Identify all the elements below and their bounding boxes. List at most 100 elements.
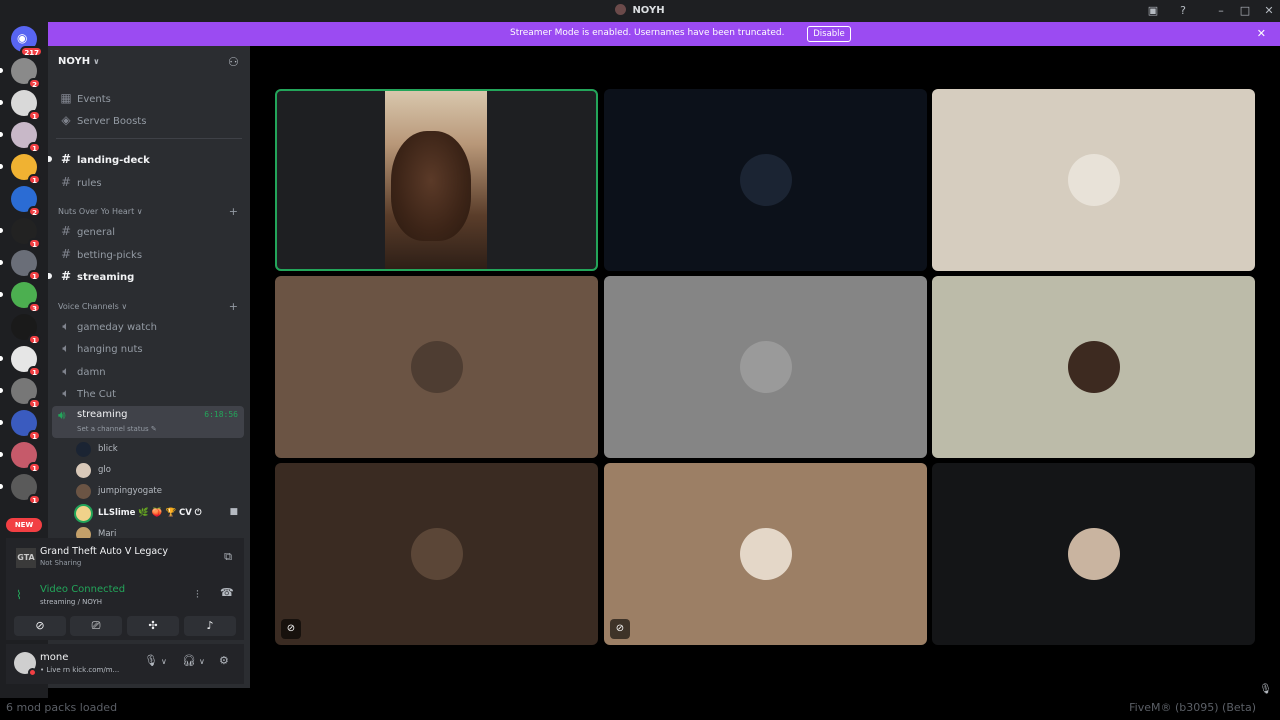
set-channel-status[interactable]: Set a channel status ✎ xyxy=(77,425,157,433)
video-tile[interactable]: ⊘ xyxy=(604,463,927,645)
game-title: Grand Theft Auto V Legacy xyxy=(40,546,169,557)
add-channel-icon[interactable]: + xyxy=(229,205,238,218)
avatar xyxy=(76,442,91,457)
guild-header[interactable]: NOYH ∨ xyxy=(48,46,250,78)
category-label: Voice Channels xyxy=(58,302,119,311)
connection-status[interactable]: Video Connected xyxy=(40,584,125,595)
noise-suppression-icon[interactable]: ⫶ xyxy=(196,588,199,602)
server-icon[interactable]: 1 xyxy=(11,90,41,121)
calendar-icon: ▦ xyxy=(60,91,72,105)
activities-button[interactable]: ✣ xyxy=(127,616,179,636)
camera-subject xyxy=(391,131,471,241)
close-banner-icon[interactable]: ✕ xyxy=(1257,27,1266,40)
game-icon: GTA xyxy=(16,548,36,568)
video-tile[interactable] xyxy=(275,89,598,271)
unread-pill xyxy=(0,388,3,393)
server-icon[interactable]: 1 xyxy=(11,154,41,185)
channel-landing-deck[interactable]: # landing-deck xyxy=(48,149,244,169)
connection-channel[interactable]: streaming / NOYH xyxy=(40,598,102,606)
voice-streaming-active[interactable]: 🔊︎ streaming 6:18:56 Set a channel statu… xyxy=(52,406,244,438)
settings-gear-icon[interactable]: ⚙ xyxy=(219,654,229,667)
mention-badge: 1 xyxy=(28,110,41,121)
add-channel-icon[interactable]: + xyxy=(229,300,238,313)
channel-general[interactable]: # general xyxy=(54,221,244,241)
server-icon[interactable]: 1 xyxy=(11,314,41,345)
share-screen-icon[interactable]: ⧉ xyxy=(224,550,232,564)
unread-pill xyxy=(0,228,3,233)
voice-hanging-nuts[interactable]: 🔈︎ hanging nuts xyxy=(54,338,244,358)
server-icon[interactable]: 1 xyxy=(11,442,41,473)
server-icon[interactable]: 1 xyxy=(11,378,41,409)
server-icon[interactable]: 1 xyxy=(11,410,41,441)
participant-avatar xyxy=(1067,154,1120,206)
server-icon[interactable]: 3 xyxy=(11,282,41,313)
category-nuts-over-yo-heart[interactable]: Nuts Over Yo Heart ∨ + xyxy=(58,205,244,218)
unread-pill xyxy=(0,132,3,137)
events-item[interactable]: ▦ Events xyxy=(54,88,244,108)
voice-gameday-watch[interactable]: 🔈︎ gameday watch xyxy=(54,316,244,336)
signal-icon[interactable]: ⌇ xyxy=(16,588,22,602)
new-badge[interactable]: NEW xyxy=(6,518,42,532)
disconnect-icon[interactable]: ☎ xyxy=(220,586,234,599)
home-badge: 217 xyxy=(20,46,43,57)
minimize-icon[interactable]: – xyxy=(1214,2,1228,20)
maximize-icon[interactable]: □ xyxy=(1238,2,1252,20)
video-tile[interactable] xyxy=(932,463,1255,645)
hash-icon: # xyxy=(60,269,72,283)
events-label: Events xyxy=(77,94,111,105)
home-button[interactable]: ◉ 217 xyxy=(11,26,43,57)
chevron-down-icon[interactable]: ∨ xyxy=(161,657,167,666)
disable-button[interactable]: Disable xyxy=(807,26,851,42)
server-icon[interactable]: 1 xyxy=(11,250,41,281)
invite-icon[interactable]: ⚇ xyxy=(228,55,242,69)
server-icon[interactable]: 1 xyxy=(11,218,41,249)
mention-badge: 1 xyxy=(28,462,41,473)
channel-betting-picks[interactable]: # betting-picks xyxy=(54,244,244,264)
mention-badge: 1 xyxy=(28,430,41,441)
chevron-down-icon[interactable]: ∨ xyxy=(199,657,205,666)
close-window-icon[interactable]: ✕ xyxy=(1262,2,1276,20)
screen-share-button[interactable]: ⎚ xyxy=(70,616,122,636)
fivem-status-bar: 6 mod packs loaded FiveM® (b3095) (Beta) xyxy=(0,698,1280,720)
channel-streaming-text[interactable]: # streaming xyxy=(48,266,244,286)
video-tile[interactable] xyxy=(604,276,927,458)
video-tile[interactable] xyxy=(275,276,598,458)
category-voice-channels[interactable]: Voice Channels ∨ + xyxy=(58,300,244,313)
guild-name: NOYH xyxy=(58,56,91,67)
server-icon[interactable]: 1 xyxy=(11,346,41,377)
channel-label: gameday watch xyxy=(77,322,158,333)
screen-share-icon: ⎚ xyxy=(91,619,101,632)
participant-avatar xyxy=(410,341,463,393)
headphones-icon[interactable]: 🎧︎ xyxy=(182,654,196,667)
channel-rules[interactable]: # rules xyxy=(54,172,244,192)
camera-on-icon: ■ xyxy=(229,507,238,517)
username[interactable]: mone xyxy=(40,652,68,663)
video-tile[interactable] xyxy=(932,276,1255,458)
participant-avatar xyxy=(1067,341,1120,393)
server-icon[interactable]: 2 xyxy=(11,58,41,89)
server-boosts-item[interactable]: ◈ Server Boosts xyxy=(54,110,244,130)
video-tile[interactable] xyxy=(604,89,927,271)
server-icon[interactable]: 1 xyxy=(11,474,41,505)
video-tile[interactable] xyxy=(932,89,1255,271)
server-boosts-label: Server Boosts xyxy=(77,116,147,127)
mention-badge: 1 xyxy=(28,334,41,345)
soundboard-button[interactable]: ♪ xyxy=(184,616,236,636)
voice-damn[interactable]: 🔈︎ damn xyxy=(54,361,244,381)
video-tile[interactable]: ⊘ xyxy=(275,463,598,645)
server-icon[interactable]: 2 xyxy=(11,186,41,217)
voice-user-name: jumpingyogate xyxy=(98,486,162,496)
camera-off-button[interactable]: ⊘ xyxy=(14,616,66,636)
speaker-icon: 🔈︎ xyxy=(62,364,70,378)
chevron-down-icon: ∨ xyxy=(121,302,128,311)
hash-icon: # xyxy=(60,175,72,189)
voice-the-cut[interactable]: 🔈︎ The Cut xyxy=(54,383,244,403)
channel-status-label: Set a channel status xyxy=(77,425,149,433)
channel-label: damn xyxy=(77,367,106,378)
microphone-icon: 🎙︎ xyxy=(1259,684,1272,695)
help-icon[interactable]: ? xyxy=(1176,2,1190,20)
unread-pill xyxy=(0,452,3,457)
server-icon[interactable]: 1 xyxy=(11,122,41,153)
inbox-icon[interactable]: ▣ xyxy=(1146,2,1160,20)
microphone-icon[interactable]: 🎙︎ xyxy=(144,654,158,667)
